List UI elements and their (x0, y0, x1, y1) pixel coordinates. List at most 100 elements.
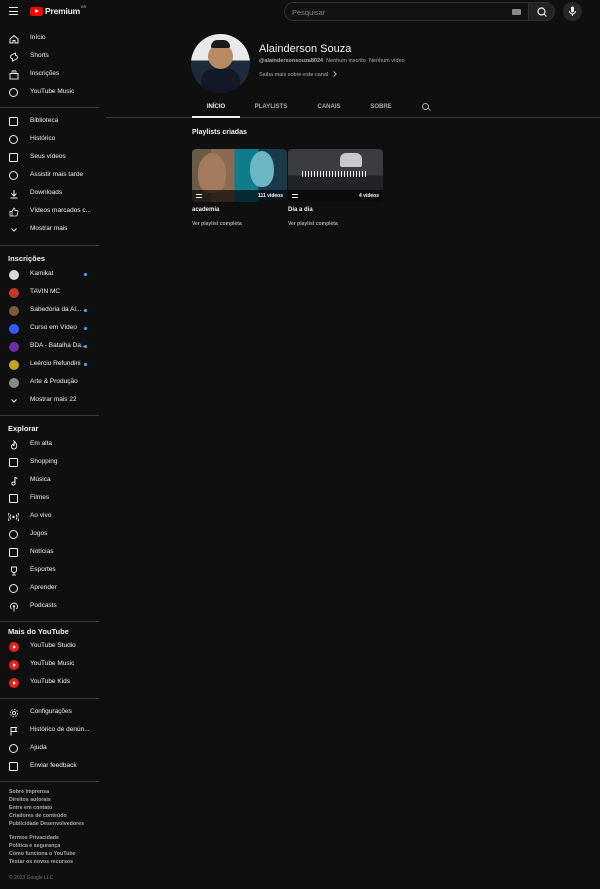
sidebar-divider (0, 107, 99, 108)
sidebar-show-more[interactable]: Mostrar mais (0, 220, 98, 238)
tab-channels[interactable]: CANAIS (309, 104, 349, 110)
sidebar-item-live[interactable]: Ao vivo (0, 507, 98, 525)
sidebar-item-movies[interactable]: Filmes (0, 489, 98, 507)
footer-link[interactable]: Como funciona o YouTube (9, 851, 76, 857)
sidebar-item-home[interactable]: Início (0, 29, 98, 47)
news-icon (8, 547, 19, 558)
sidebar-item-youtube-kids[interactable]: YouTube Kids (0, 673, 98, 691)
sidebar-item-settings[interactable]: Configurações (0, 703, 98, 721)
channel-avatar (8, 377, 19, 388)
playlist-card[interactable]: 111 vídeos academia Ver playlist complet… (192, 149, 287, 227)
sidebar-subscription[interactable]: TAVIN MC (0, 283, 98, 301)
sidebar-subscription[interactable]: Leércio Refundini (0, 355, 98, 373)
youtube-logo-icon (30, 6, 43, 16)
sidebar-item-your-videos[interactable]: Seus vídeos (0, 148, 98, 166)
sidebar-item-trending[interactable]: Em alta (0, 435, 98, 453)
sidebar-item-learning[interactable]: Aprender (0, 579, 98, 597)
menu-icon[interactable] (9, 7, 18, 15)
sidebar-subscription[interactable]: Kamikat (0, 265, 98, 283)
sidebar-divider (0, 245, 99, 246)
sidebar-subscription[interactable]: Arte & Produção (0, 373, 98, 391)
sidebar-item-sports[interactable]: Esportes (0, 561, 98, 579)
footer-link[interactable]: Testar os novos recursos (9, 859, 73, 865)
gear-icon (8, 707, 19, 718)
view-full-playlist-link[interactable]: Ver playlist completa (288, 221, 338, 227)
active-tab-indicator (192, 116, 240, 118)
playlist-thumbnail[interactable]: 4 vídeos (288, 149, 383, 202)
feedback-icon (8, 761, 19, 772)
sidebar-item-label: Em alta (30, 440, 53, 447)
sidebar-item-feedback[interactable]: Enviar feedback (0, 757, 98, 775)
footer-link[interactable]: Criadores de conteúdo (9, 813, 67, 819)
playlist-thumbnail[interactable]: 111 vídeos (192, 149, 287, 202)
playlist-card[interactable]: 4 vídeos Dia a dia Ver playlist completa (288, 149, 383, 227)
youtube-premium-logo[interactable]: Premium BR (30, 4, 87, 16)
footer-link[interactable]: Termos Privacidade (9, 835, 59, 841)
sidebar-subscription[interactable]: BDA - Batalha Da... (0, 337, 98, 355)
sidebar-divider (0, 621, 99, 622)
tab-about[interactable]: SOBRE (362, 104, 400, 110)
footer-link[interactable]: Publicidade Desenvolvedores (9, 821, 84, 827)
country-code: BR (80, 4, 87, 9)
sidebar-show-more-subscriptions[interactable]: Mostrar mais 22 (0, 391, 98, 409)
sidebar-item-label: Mostrar mais (30, 225, 68, 232)
library-icon (8, 116, 19, 127)
about-channel-link[interactable]: Saiba mais sobre este canal (259, 70, 337, 78)
sidebar-item-label: Seus vídeos (30, 153, 66, 160)
sidebar-item-label: YouTube Music (30, 660, 75, 667)
search-input[interactable]: Pesquisar (284, 2, 529, 21)
trending-icon (8, 439, 19, 450)
sidebar-item-label: Arte & Produção (30, 378, 78, 385)
footer-link[interactable]: Política e segurança (9, 843, 60, 849)
sidebar-item-label: Notícias (30, 548, 54, 555)
sidebar-item-news[interactable]: Notícias (0, 543, 98, 561)
sidebar-item-youtube-music-app[interactable]: YouTube Music (0, 655, 98, 673)
keyboard-icon[interactable] (512, 9, 521, 15)
sidebar-item-label: Podcasts (30, 602, 57, 609)
sidebar-item-music[interactable]: Música (0, 471, 98, 489)
sidebar-item-label: Jogos (30, 530, 48, 537)
tab-home[interactable]: INÍCIO (192, 104, 240, 110)
sidebar-item-label: TAVIN MC (30, 288, 61, 295)
playlist-title[interactable]: academia (192, 207, 219, 213)
search-button[interactable] (528, 2, 555, 21)
tab-playlists[interactable]: PLAYLISTS (248, 104, 294, 110)
sidebar-item-podcasts[interactable]: Podcasts (0, 597, 98, 615)
music-icon (8, 87, 19, 98)
sidebar-item-report-history[interactable]: Histórico de denún... (0, 721, 98, 739)
search-icon (537, 7, 547, 17)
logo-text: Premium (45, 6, 80, 16)
mic-icon (569, 6, 576, 16)
sidebar-item-library[interactable]: Biblioteca (0, 112, 98, 130)
sidebar-item-youtube-music[interactable]: YouTube Music (0, 83, 98, 101)
channel-search-icon[interactable] (422, 103, 429, 110)
sidebar-item-history[interactable]: Histórico (0, 130, 98, 148)
sidebar-item-liked-videos[interactable]: Vídeos marcados c... (0, 202, 98, 220)
trophy-icon (8, 565, 19, 576)
learning-icon (8, 583, 19, 594)
sidebar-item-shorts[interactable]: Shorts (0, 47, 98, 65)
sidebar-item-label: BDA - Batalha Da... (30, 342, 87, 349)
sidebar-item-youtube-studio[interactable]: YouTube Studio (0, 637, 98, 655)
sidebar-item-help[interactable]: Ajuda (0, 739, 98, 757)
view-full-playlist-link[interactable]: Ver playlist completa (192, 221, 242, 227)
sidebar-subscription[interactable]: Sabedoria da Al... (0, 301, 98, 319)
shorts-icon (8, 51, 19, 62)
sidebar-item-label: Aprender (30, 584, 57, 591)
playlist-title[interactable]: Dia a dia (288, 207, 313, 213)
sidebar-item-gaming[interactable]: Jogos (0, 525, 98, 543)
sidebar-subscription[interactable]: Curso em Vídeo (0, 319, 98, 337)
voice-search-button[interactable] (563, 2, 582, 21)
footer-link[interactable]: Direitos autorais (9, 797, 51, 803)
sidebar-item-watch-later[interactable]: Assistir mais tarde (0, 166, 98, 184)
footer-link[interactable]: Entre em contato (9, 805, 52, 811)
sidebar-item-label: Histórico de denún... (30, 726, 90, 733)
section-title: Playlists criadas (192, 129, 247, 136)
footer-link[interactable]: Sobre Imprensa (9, 789, 49, 795)
playlist-icon (292, 194, 298, 198)
search-placeholder: Pesquisar (292, 8, 326, 17)
live-icon (8, 511, 19, 522)
sidebar-item-downloads[interactable]: Downloads (0, 184, 98, 202)
sidebar-item-subscriptions[interactable]: Inscrições (0, 65, 98, 83)
sidebar-item-shopping[interactable]: Shopping (0, 453, 98, 471)
